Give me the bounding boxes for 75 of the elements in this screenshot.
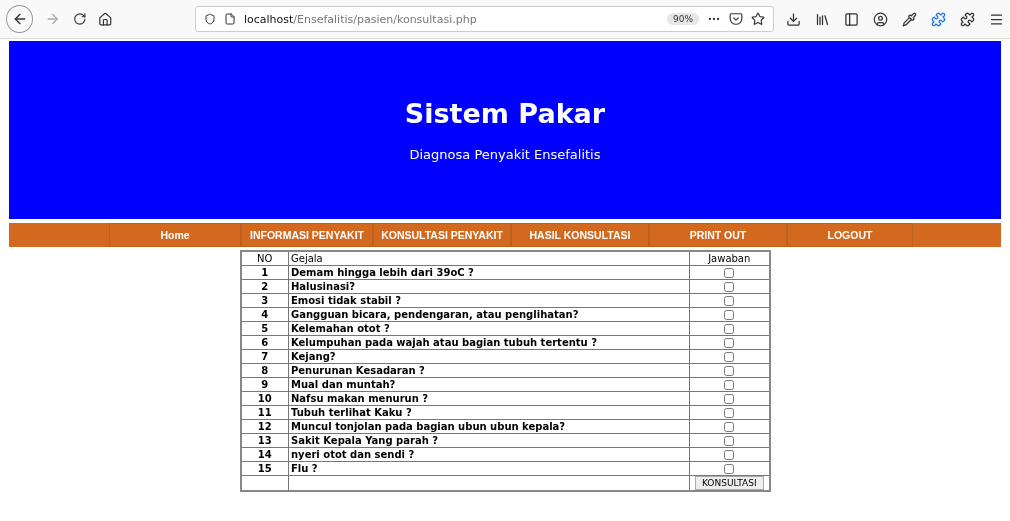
row-number: 8: [240, 363, 289, 378]
answer-checkbox[interactable]: [724, 380, 735, 390]
row-number: 4: [240, 307, 289, 322]
zoom-level[interactable]: 90%: [667, 13, 699, 25]
site-subtitle: Diagnosa Penyakit Ensefalitis: [409, 147, 601, 162]
row-number: 9: [240, 377, 289, 392]
symptom-cell: Nafsu makan menurun ?: [288, 391, 690, 406]
row-number: 2: [240, 279, 289, 294]
download-icon[interactable]: [786, 11, 801, 27]
symptom-cell: Gangguan bicara, pendengaran, atau penglihatan?: [288, 307, 690, 322]
column-header: NO: [240, 251, 289, 266]
pipette-icon[interactable]: [902, 11, 917, 27]
site-title: Sistem Pakar: [404, 98, 606, 129]
answer-checkbox[interactable]: [724, 464, 735, 474]
answer-checkbox[interactable]: [724, 352, 735, 362]
symptom-cell: Kejang?: [288, 349, 690, 364]
url-host: localhost: [243, 12, 294, 26]
symptom-cell: Flu ?: [288, 461, 690, 476]
answer-checkbox[interactable]: [724, 338, 735, 348]
row-number: 14: [240, 447, 289, 462]
symptom-cell: nyeri otot dan sendi ?: [288, 447, 690, 462]
menu-icon[interactable]: [989, 11, 1004, 27]
answer-checkbox[interactable]: [724, 394, 735, 404]
answer-checkbox[interactable]: [724, 282, 735, 292]
sidebar-icon[interactable]: [844, 11, 859, 27]
symptom-cell: Sakit Kepala Yang parah ?: [288, 433, 690, 448]
address-bar[interactable]: localhost/Ensefalitis/pasien/konsultasi.php 90%: [194, 6, 774, 32]
pocket-icon[interactable]: [729, 12, 743, 26]
library-icon[interactable]: [815, 11, 830, 27]
row-number: 12: [240, 419, 289, 434]
answer-checkbox[interactable]: [724, 296, 735, 306]
answer-checkbox[interactable]: [724, 408, 735, 418]
row-number: 5: [240, 321, 289, 336]
symptom-cell: Halusinasi?: [288, 279, 690, 294]
extensions-icon[interactable]: [960, 11, 975, 27]
row-number: 1: [240, 265, 289, 280]
answer-checkbox[interactable]: [724, 450, 735, 460]
nav-link[interactable]: INFORMASI PENYAKIT: [241, 223, 373, 247]
reload-button[interactable]: [72, 12, 87, 26]
row-number: 15: [240, 461, 289, 476]
row-number: 13: [240, 433, 289, 448]
row-number: 10: [240, 391, 289, 406]
page-icon: [223, 13, 236, 25]
answer-checkbox[interactable]: [724, 324, 735, 334]
symptom-cell: Emosi tidak stabil ?: [288, 293, 690, 308]
nav-link[interactable]: Home: [109, 223, 241, 247]
symptom-cell: Tubuh terlihat Kaku ?: [288, 405, 690, 420]
nav-link[interactable]: KONSULTASI PENYAKIT: [373, 223, 511, 247]
answer-checkbox[interactable]: [724, 436, 735, 446]
column-header: Gejala: [288, 251, 690, 266]
answer-checkbox[interactable]: [724, 268, 735, 278]
nav-link[interactable]: PRINT OUT: [649, 223, 787, 247]
shield-icon: [203, 13, 216, 25]
nav-link[interactable]: HASIL KONSULTASI: [511, 223, 649, 247]
answer-checkbox[interactable]: [724, 310, 735, 320]
symptom-cell: Muncul tonjolan pada bagian ubun ubun kepala?: [288, 419, 690, 434]
row-number: 6: [240, 335, 289, 350]
row-number: 3: [240, 293, 289, 308]
bookmark-star-icon[interactable]: [751, 12, 765, 26]
account-icon[interactable]: [873, 11, 888, 27]
symptom-cell: Penurunan Kesadaran ?: [288, 363, 690, 378]
home-button[interactable]: [98, 11, 113, 27]
konsultasi-button[interactable]: KONSULTASI: [694, 476, 764, 490]
symptom-cell: Kelumpuhan pada wajah atau bagian tubuh tertentu ?: [288, 335, 690, 350]
nav-link[interactable]: LOGOUT: [787, 223, 913, 247]
symptom-cell: Kelemahan otot ?: [288, 321, 690, 336]
symptom-cell: Mual dan muntah?: [288, 377, 690, 392]
extension-icon[interactable]: [931, 11, 946, 27]
row-number: 11: [240, 405, 289, 420]
answer-checkbox[interactable]: [724, 366, 735, 376]
row-number: 7: [240, 349, 289, 364]
answer-checkbox[interactable]: [724, 422, 735, 432]
column-header: Jawaban: [689, 251, 770, 266]
symptom-cell: Demam hingga lebih dari 39oC ?: [288, 265, 690, 280]
url-path: /Ensefalitis/pasien/konsultasi.php: [293, 12, 478, 26]
